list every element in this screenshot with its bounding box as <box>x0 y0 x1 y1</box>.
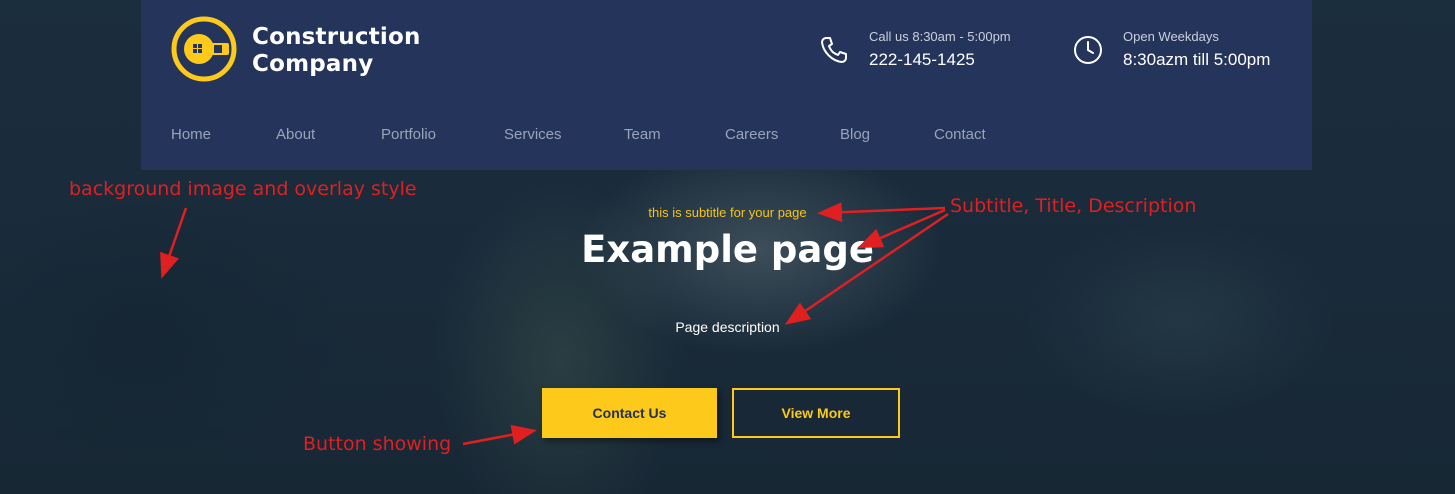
view-more-button[interactable]: View More <box>732 388 900 438</box>
brand-line-1: Construction <box>252 24 421 50</box>
clock-icon <box>1074 36 1102 64</box>
phone-info: Call us 8:30am - 5:00pm 222-145-1425 <box>869 29 1011 73</box>
brand-line-2: Company <box>252 51 374 77</box>
nav-item-careers[interactable]: Careers <box>725 126 840 143</box>
contact-us-button[interactable]: Contact Us <box>542 388 717 438</box>
wrench-logo-icon[interactable] <box>171 16 237 82</box>
page-description: Page description <box>675 319 780 335</box>
site-header: Construction Company Call us 8:30am - 5:… <box>141 0 1312 170</box>
phone-number[interactable]: 222-145-1425 <box>869 47 1011 73</box>
nav-item-portfolio[interactable]: Portfolio <box>381 126 504 143</box>
nav-item-blog[interactable]: Blog <box>840 126 934 143</box>
nav-item-team[interactable]: Team <box>624 126 725 143</box>
phone-icon <box>821 37 847 63</box>
page-title: Example page <box>581 228 874 271</box>
nav-item-services[interactable]: Services <box>504 126 624 143</box>
hours-info: Open Weekdays 8:30azm till 5:00pm <box>1123 29 1270 73</box>
hours-label: Open Weekdays <box>1123 29 1219 44</box>
nav-item-contact[interactable]: Contact <box>934 126 1014 143</box>
hours-value: 8:30azm till 5:00pm <box>1123 50 1271 69</box>
main-nav: Home About Portfolio Services Team Caree… <box>171 126 1014 143</box>
nav-item-about[interactable]: About <box>276 126 381 143</box>
annotation-buttons-label: Button showing <box>303 433 452 455</box>
phone-label: Call us 8:30am - 5:00pm <box>869 29 1011 44</box>
page-subtitle: this is subtitle for your page <box>648 205 807 220</box>
annotation-texts-label: Subtitle, Title, Description <box>950 195 1197 217</box>
annotation-background-label: background image and overlay style <box>69 178 417 200</box>
nav-item-home[interactable]: Home <box>171 126 276 143</box>
brand-name[interactable]: Construction Company <box>252 24 421 78</box>
